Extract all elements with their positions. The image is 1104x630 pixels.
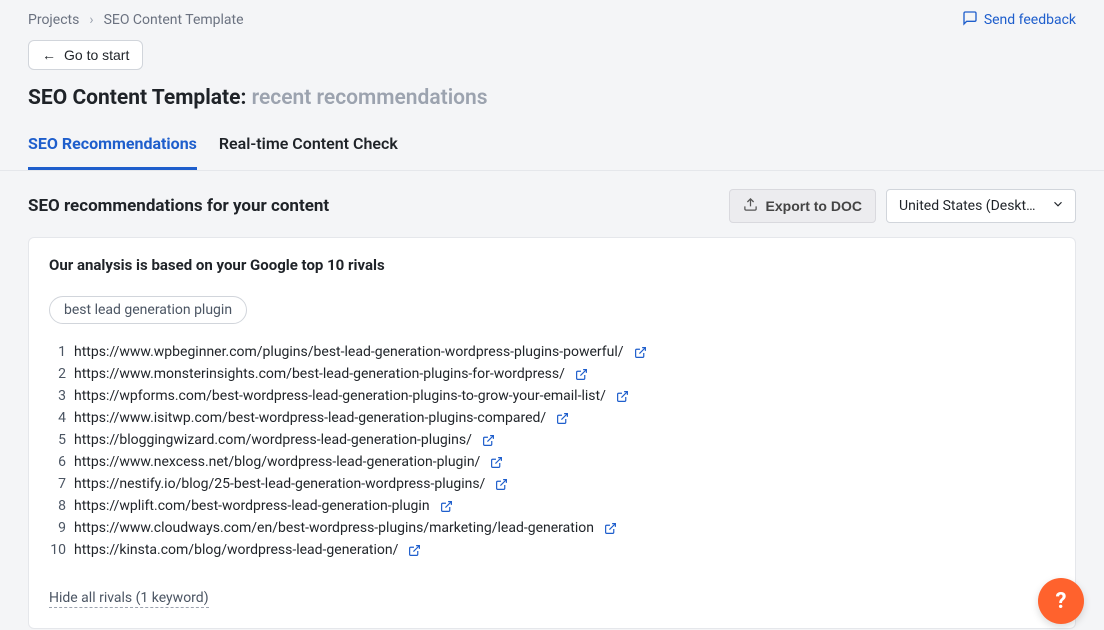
tab-realtime-content-check[interactable]: Real-time Content Check xyxy=(219,134,398,170)
keyword-pill[interactable]: best lead generation plugin xyxy=(49,296,247,324)
external-link-icon[interactable] xyxy=(482,434,495,447)
tab-seo-recommendations[interactable]: SEO Recommendations xyxy=(28,134,197,170)
breadcrumb: Projects › SEO Content Template xyxy=(28,12,244,28)
rival-row: 9 https://www.cloudways.com/en/best-wordp… xyxy=(50,520,1055,536)
chevron-down-icon xyxy=(1051,197,1065,215)
rival-number: 8 xyxy=(50,498,66,514)
rival-number: 7 xyxy=(50,476,66,492)
rival-number: 5 xyxy=(50,432,66,448)
external-link-icon[interactable] xyxy=(556,412,569,425)
rival-row: 5 https://bloggingwizard.com/wordpress-le… xyxy=(50,432,1055,448)
rival-url[interactable]: https://wpforms.com/best-wordpress-lead-… xyxy=(74,388,606,404)
section-heading: SEO recommendations for your content xyxy=(28,196,329,216)
go-to-start-label: Go to start xyxy=(64,47,129,63)
rival-url[interactable]: https://www.nexcess.net/blog/wordpress-l… xyxy=(74,454,480,470)
rival-url[interactable]: https://www.cloudways.com/en/best-wordpr… xyxy=(74,520,594,536)
rival-row: 1 https://www.wpbeginner.com/plugins/best… xyxy=(50,344,1055,360)
rival-url[interactable]: https://kinsta.com/blog/wordpress-lead-g… xyxy=(74,542,398,558)
external-link-icon[interactable] xyxy=(575,368,588,381)
rival-url[interactable]: https://www.monsterinsights.com/best-lea… xyxy=(74,366,565,382)
export-to-doc-button[interactable]: Export to DOC xyxy=(729,189,876,223)
rival-url[interactable]: https://nestify.io/blog/25-best-lead-gen… xyxy=(74,476,485,492)
hide-all-rivals-link[interactable]: Hide all rivals (1 keyword) xyxy=(49,590,209,608)
rival-row: 8 https://wplift.com/best-wordpress-lead-… xyxy=(50,498,1055,514)
page-title: SEO Content Template: recent recommendat… xyxy=(28,86,1076,110)
send-feedback-label: Send feedback xyxy=(984,12,1076,28)
send-feedback-link[interactable]: Send feedback xyxy=(962,10,1076,30)
breadcrumb-root[interactable]: Projects xyxy=(28,12,79,28)
rival-url[interactable]: https://wplift.com/best-wordpress-lead-g… xyxy=(74,498,430,514)
breadcrumb-current: SEO Content Template xyxy=(104,12,244,28)
region-label: United States (Deskt… xyxy=(899,198,1035,214)
rival-row: 2 https://www.monsterinsights.com/best-le… xyxy=(50,366,1055,382)
go-to-start-button[interactable]: ← Go to start xyxy=(28,40,143,70)
rival-url[interactable]: https://www.isitwp.com/best-wordpress-le… xyxy=(74,410,546,426)
rival-number: 4 xyxy=(50,410,66,426)
rivals-list: 1 https://www.wpbeginner.com/plugins/best… xyxy=(49,344,1055,558)
rival-row: 7 https://nestify.io/blog/25-best-lead-ge… xyxy=(50,476,1055,492)
external-link-icon[interactable] xyxy=(604,522,617,535)
external-link-icon[interactable] xyxy=(490,456,503,469)
rivals-card-title: Our analysis is based on your Google top… xyxy=(49,256,1055,274)
region-select[interactable]: United States (Deskt… xyxy=(886,189,1076,223)
chat-icon xyxy=(962,10,978,30)
rival-number: 2 xyxy=(50,366,66,382)
rival-row: 6 https://www.nexcess.net/blog/wordpress-… xyxy=(50,454,1055,470)
page-title-main: SEO Content Template: xyxy=(28,86,246,110)
chevron-right-icon: › xyxy=(89,12,93,28)
external-link-icon[interactable] xyxy=(440,500,453,513)
tabs: SEO Recommendations Real-time Content Ch… xyxy=(0,134,1104,171)
rival-number: 1 xyxy=(50,344,66,360)
rival-row: 10 https://kinsta.com/blog/wordpress-lead… xyxy=(50,542,1055,558)
rival-number: 6 xyxy=(50,454,66,470)
rival-number: 3 xyxy=(50,388,66,404)
export-label: Export to DOC xyxy=(766,198,862,214)
rivals-card: Our analysis is based on your Google top… xyxy=(28,237,1076,629)
external-link-icon[interactable] xyxy=(616,390,629,403)
arrow-left-icon: ← xyxy=(42,48,56,62)
external-link-icon[interactable] xyxy=(495,478,508,491)
rival-row: 4 https://www.isitwp.com/best-wordpress-l… xyxy=(50,410,1055,426)
external-link-icon[interactable] xyxy=(408,544,421,557)
rival-url[interactable]: https://bloggingwizard.com/wordpress-lea… xyxy=(74,432,472,448)
page-title-sub: recent recommendations xyxy=(252,86,488,110)
rival-number: 9 xyxy=(50,520,66,536)
external-link-icon[interactable] xyxy=(634,346,647,359)
upload-icon xyxy=(743,197,758,215)
rival-number: 10 xyxy=(50,542,66,558)
rival-url[interactable]: https://www.wpbeginner.com/plugins/best-… xyxy=(74,344,624,360)
help-fab[interactable]: ? xyxy=(1038,578,1084,624)
rival-row: 3 https://wpforms.com/best-wordpress-lead… xyxy=(50,388,1055,404)
